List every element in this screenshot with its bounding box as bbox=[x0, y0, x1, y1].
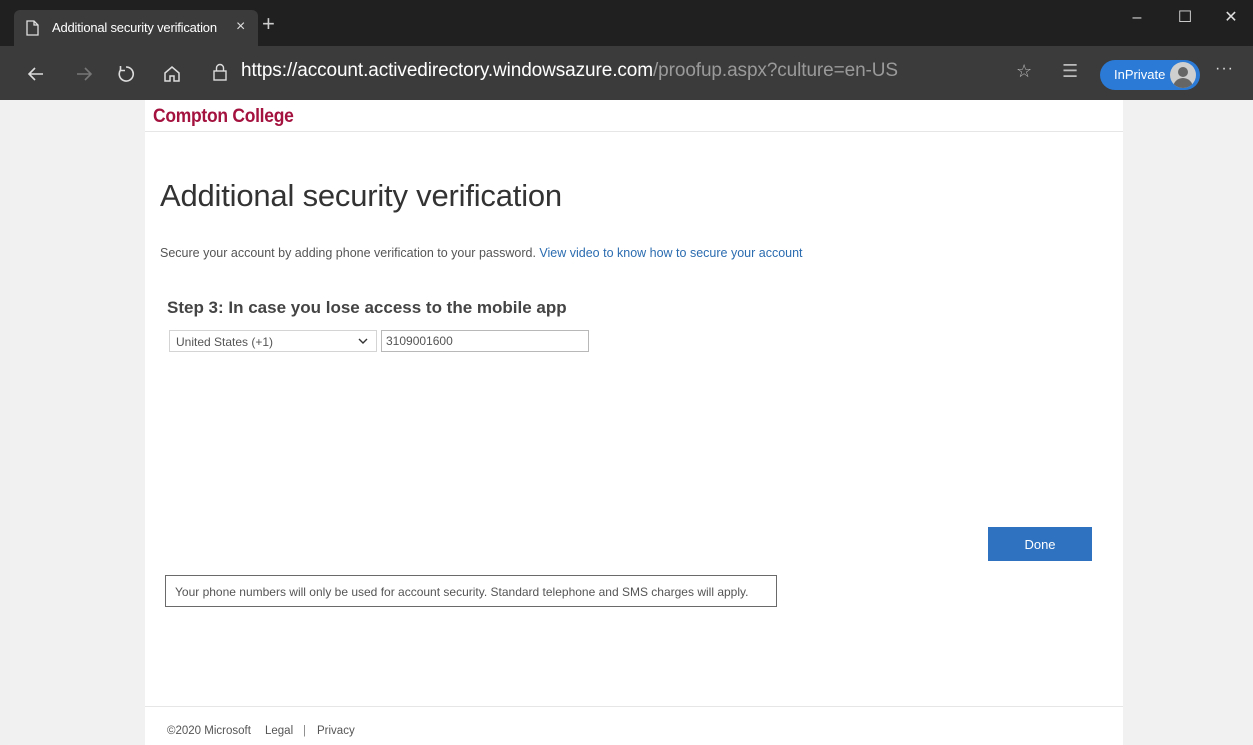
refresh-icon[interactable] bbox=[114, 62, 138, 86]
url-field[interactable]: https://account.activedirectory.windowsa… bbox=[241, 60, 898, 82]
footer: ©2020 Microsoft Legal | Privacy bbox=[145, 706, 1123, 745]
avatar bbox=[1170, 62, 1196, 88]
back-icon[interactable] bbox=[24, 62, 48, 86]
forward-icon[interactable] bbox=[72, 62, 96, 86]
url-path: /proofup.aspx?culture=en-US bbox=[652, 60, 898, 81]
country-select-value: United States (+1) bbox=[176, 335, 274, 349]
page-title: Additional security verification bbox=[160, 178, 562, 213]
intro-description: Secure your account by adding phone veri… bbox=[160, 246, 536, 260]
close-tab-icon[interactable]: × bbox=[236, 18, 245, 36]
phone-usage-notice: Your phone numbers will only be used for… bbox=[165, 575, 777, 607]
notice-text: Your phone numbers will only be used for… bbox=[175, 585, 749, 599]
video-help-link[interactable]: View video to know how to secure your ac… bbox=[539, 246, 802, 260]
browser-tab[interactable]: Additional security verification × bbox=[14, 10, 258, 46]
browser-viewport: Compton College Additional security veri… bbox=[10, 100, 1253, 745]
brand-header: Compton College bbox=[145, 100, 1123, 132]
copyright-text: ©2020 Microsoft bbox=[167, 725, 251, 737]
more-menu-icon[interactable]: ··· bbox=[1215, 60, 1234, 78]
new-tab-icon[interactable]: + bbox=[262, 13, 275, 35]
step-heading: Step 3: In case you lose access to the m… bbox=[167, 298, 567, 317]
page-icon bbox=[26, 20, 39, 36]
privacy-link[interactable]: Privacy bbox=[317, 725, 355, 737]
window-close-icon[interactable]: ✕ bbox=[1216, 8, 1246, 28]
minimize-icon[interactable]: – bbox=[1122, 8, 1152, 28]
chevron-down-icon bbox=[358, 338, 368, 344]
done-button[interactable]: Done bbox=[988, 527, 1092, 561]
lock-icon[interactable] bbox=[212, 63, 228, 81]
phone-number-input[interactable] bbox=[381, 330, 589, 352]
url-host: https://account.activedirectory.windowsa… bbox=[241, 60, 653, 81]
home-icon[interactable] bbox=[160, 62, 184, 86]
maximize-icon[interactable]: ☐ bbox=[1170, 8, 1200, 28]
tab-title: Additional security verification bbox=[52, 20, 217, 35]
page-content: Compton College Additional security veri… bbox=[145, 100, 1123, 745]
address-bar: https://account.activedirectory.windowsa… bbox=[0, 46, 1253, 100]
browser-tab-bar: Additional security verification × + – ☐… bbox=[0, 0, 1253, 46]
inprivate-button[interactable]: InPrivate bbox=[1100, 60, 1200, 90]
intro-text: Secure your account by adding phone veri… bbox=[160, 246, 803, 260]
legal-link[interactable]: Legal bbox=[265, 725, 293, 737]
brand-logo: Compton College bbox=[153, 106, 294, 127]
favorites-list-icon[interactable]: ☰ bbox=[1062, 60, 1078, 82]
footer-separator: | bbox=[303, 725, 306, 737]
inprivate-label: InPrivate bbox=[1114, 67, 1166, 82]
country-select[interactable]: United States (+1) bbox=[169, 330, 377, 352]
favorite-star-icon[interactable]: ☆ bbox=[1016, 60, 1032, 82]
